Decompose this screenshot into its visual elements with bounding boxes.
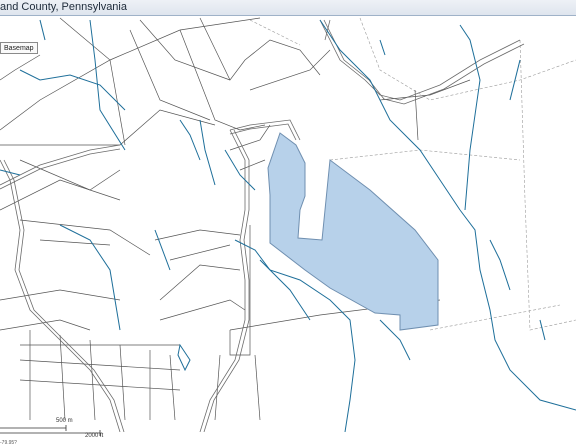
scale-label-imperial: 2000 ft xyxy=(85,433,104,439)
road-network xyxy=(0,19,525,432)
scale-label-metric: 500 m xyxy=(56,418,73,424)
subject-parcel[interactable] xyxy=(267,132,439,331)
map-title: and County, Pennsylvania xyxy=(0,1,127,13)
map-view[interactable]: Basemap 500 m 2000 ft -79.95? xyxy=(0,16,576,446)
coordinate-readout: -79.95? xyxy=(0,440,17,446)
title-bar: and County, Pennsylvania xyxy=(0,0,576,16)
basemap-button[interactable]: Basemap xyxy=(0,42,38,54)
map-canvas[interactable] xyxy=(0,16,576,432)
